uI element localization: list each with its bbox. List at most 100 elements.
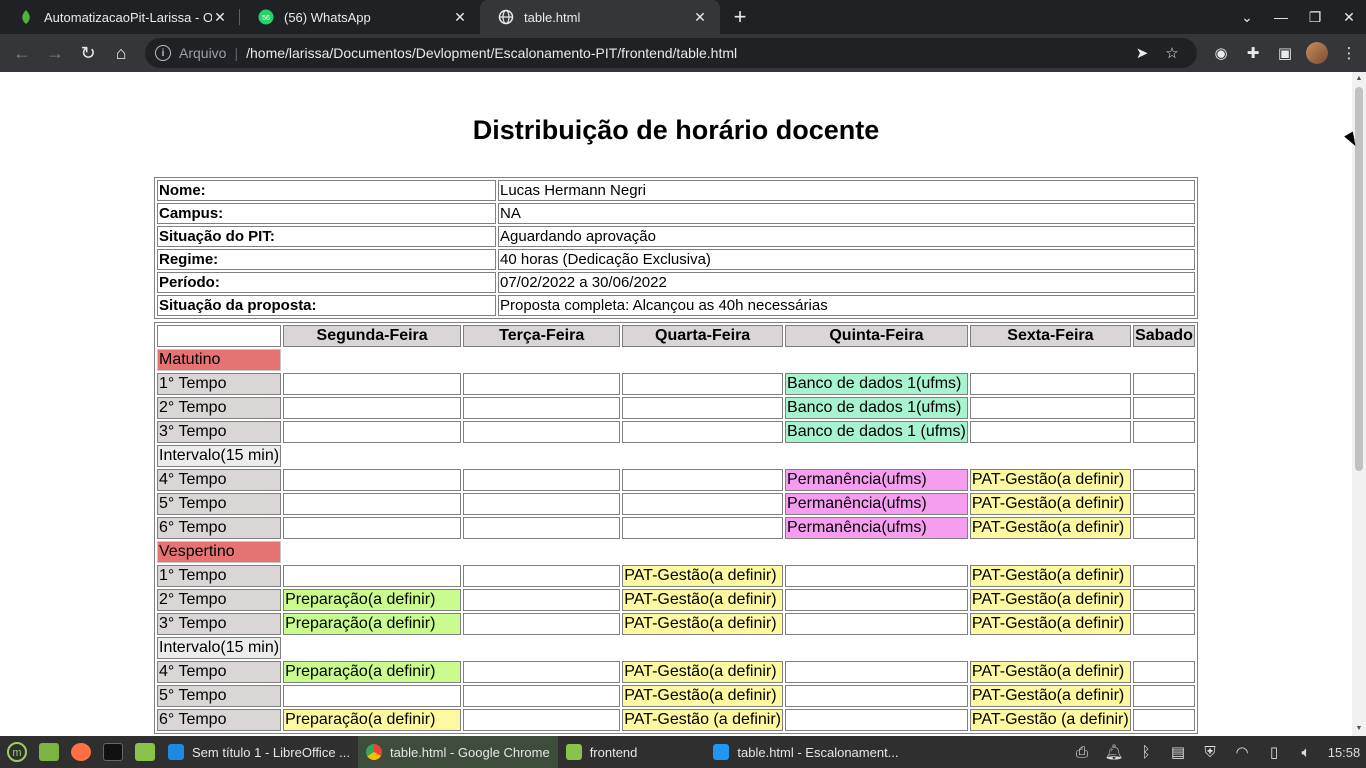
schedule-cell	[622, 421, 784, 443]
bluetooth-icon[interactable]: ᛒ	[1130, 744, 1162, 761]
menu-kebab-icon[interactable]: ⋮	[1333, 37, 1365, 69]
forward-icon[interactable]: →	[39, 37, 71, 69]
bookmark-star-icon[interactable]: ☆	[1157, 44, 1187, 62]
spacer-cell	[970, 541, 1131, 563]
day-header: Terça-Feira	[463, 325, 621, 347]
extension-icon[interactable]: ◉	[1205, 37, 1237, 69]
mint-menu-icon[interactable]: m	[2, 737, 32, 767]
address-bar[interactable]: i Arquivo | /home/larissa/Documentos/Dev…	[145, 38, 1197, 68]
info-value: 40 horas (Dedicação Exclusiva)	[498, 249, 1195, 270]
header-blank-cell	[157, 325, 282, 347]
tab-automatizacao[interactable]: AutomatizacaoPit-Larissa - Or ✕	[0, 0, 240, 34]
files-icon[interactable]	[130, 737, 160, 767]
scroll-up-icon[interactable]: ▲	[1352, 72, 1366, 86]
task-chrome[interactable]: table.html - Google Chrome	[358, 736, 558, 768]
schedule-cell: PAT-Gestão(a definir)	[969, 493, 1131, 515]
whatsapp-icon: 56	[258, 9, 274, 25]
schedule-cell	[785, 565, 968, 587]
page-scrollbar[interactable]: ▲ ▼	[1352, 72, 1366, 736]
schedule-cell: Permanência(ufms)	[785, 469, 968, 491]
shield-icon[interactable]: ⛨	[1194, 744, 1226, 761]
time-slot-label: 2° Tempo	[157, 397, 282, 419]
chrome-icon	[366, 744, 382, 760]
browser-toolbar: ← → ↻ ⌂ i Arquivo | /home/larissa/Docume…	[0, 34, 1366, 72]
task-frontend[interactable]: frontend	[558, 736, 646, 768]
tab-search-icon[interactable]: ⌄	[1230, 9, 1264, 26]
send-icon[interactable]: ➤	[1127, 44, 1157, 62]
spacer-cell	[622, 349, 783, 371]
info-value: 07/02/2022 a 30/06/2022	[498, 272, 1195, 293]
show-desktop-icon[interactable]	[34, 737, 64, 767]
info-value: Aguardando aprovação	[498, 226, 1195, 247]
scroll-down-icon[interactable]: ▼	[1352, 722, 1366, 736]
page-viewport: Distribuição de horário docente Nome: Luc…	[0, 72, 1352, 736]
tab-table-html[interactable]: table.html ✕	[480, 0, 720, 34]
task-vscode[interactable]: table.html - Escalonament...	[705, 736, 906, 768]
close-tab-icon[interactable]: ✕	[452, 9, 468, 26]
home-icon[interactable]: ⌂	[105, 37, 137, 69]
spacer-cell	[970, 349, 1131, 371]
schedule-cell: Banco de dados 1(ufms)	[785, 373, 968, 395]
close-tab-icon[interactable]: ✕	[212, 9, 228, 26]
schedule-row: 1° Tempo PAT-Gestão(a definir) PAT-Gestão(…	[157, 565, 1195, 587]
tab-title: AutomatizacaoPit-Larissa - Or	[44, 9, 212, 25]
info-key: Situação da proposta:	[157, 295, 496, 316]
time-slot-label: 2° Tempo	[157, 589, 282, 611]
wifi-icon[interactable]: ◠	[1226, 743, 1258, 761]
terminal-icon[interactable]	[98, 737, 128, 767]
schedule-cell	[463, 469, 621, 491]
schedule-cell	[1132, 397, 1195, 419]
schedule-cell	[463, 613, 621, 635]
schedule-cell: Banco de dados 1(ufms)	[785, 397, 968, 419]
schedule-cell	[969, 421, 1131, 443]
period-row: Matutino	[157, 349, 1195, 371]
time-slot-label: 5° Tempo	[157, 685, 282, 707]
battery-icon[interactable]: ▯	[1258, 743, 1290, 761]
spacer-cell	[283, 349, 461, 371]
schedule-cell	[283, 373, 462, 395]
info-key: Campus:	[157, 203, 496, 224]
schedule-cell	[283, 421, 462, 443]
puzzle-icon[interactable]: ✚	[1237, 37, 1269, 69]
close-window-icon[interactable]: ✕	[1332, 9, 1366, 26]
schedule-cell	[969, 397, 1131, 419]
close-tab-icon[interactable]: ✕	[692, 9, 708, 26]
spacer-cell	[622, 445, 783, 467]
reload-icon[interactable]: ↻	[72, 37, 104, 69]
schedule-cell: PAT-Gestão(a definir)	[969, 589, 1131, 611]
period-label: Matutino	[157, 349, 282, 371]
schedule-table: Segunda-Feira Terça-Feira Quarta-Feira Quin…	[154, 322, 1198, 734]
spacer-cell	[463, 349, 620, 371]
tab-whatsapp[interactable]: 56 (56) WhatsApp ✕	[240, 0, 480, 34]
notifications-icon[interactable]: 🔔︎	[1098, 743, 1130, 761]
task-libreoffice[interactable]: Sem título 1 - LibreOffice ...	[160, 736, 358, 768]
day-header: Quarta-Feira	[622, 325, 784, 347]
firefox-icon[interactable]	[66, 737, 96, 767]
volume-icon[interactable]: 🔈︎	[1290, 744, 1322, 761]
info-icon[interactable]: i	[155, 45, 171, 61]
clipboard-icon[interactable]: ▤	[1162, 743, 1194, 761]
schedule-cell: PAT-Gestão(a definir)	[969, 613, 1131, 635]
schedule-cell	[785, 589, 968, 611]
schedule-cell	[463, 685, 621, 707]
info-row: Situação do PIT: Aguardando aprovação	[157, 226, 1195, 247]
schedule-row: 3° Tempo Preparação(a definir) PAT-Gestão(…	[157, 613, 1195, 635]
minimize-icon[interactable]: —	[1264, 9, 1298, 25]
schedule-cell: Preparação(a definir)	[283, 613, 462, 635]
printer-icon[interactable]: ⎙	[1066, 744, 1098, 761]
time-slot-label: 6° Tempo	[157, 517, 282, 539]
back-icon[interactable]: ←	[6, 37, 38, 69]
spacer-cell	[463, 637, 620, 659]
time-slot-label: 4° Tempo	[157, 661, 282, 683]
side-panel-icon[interactable]: ▣	[1269, 37, 1301, 69]
clock: 15:58	[1327, 744, 1361, 760]
schedule-row: 5° Tempo PAT-Gestão(a definir) PAT-Gestão(…	[157, 685, 1195, 707]
info-row: Nome: Lucas Hermann Negri	[157, 180, 1195, 201]
schedule-cell	[463, 661, 621, 683]
profile-avatar[interactable]	[1301, 37, 1333, 69]
spacer-cell	[463, 445, 620, 467]
restore-icon[interactable]: ❐	[1298, 9, 1332, 26]
address-url[interactable]: /home/larissa/Documentos/Devlopment/Esca…	[246, 45, 1127, 61]
schedule-cell	[283, 517, 462, 539]
new-tab-button[interactable]: +	[726, 0, 754, 34]
